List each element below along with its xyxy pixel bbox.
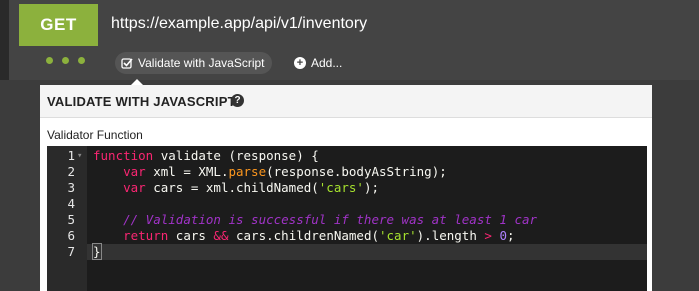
code-line: 7 }	[47, 243, 647, 260]
dot	[78, 57, 85, 64]
validate-label: Validate with JavaScript	[138, 56, 265, 70]
fold-toggle-icon[interactable]: ▾	[77, 148, 82, 164]
line-number: 3	[67, 180, 75, 195]
code-line: 6 return cars && cars.childrenNamed('car…	[47, 228, 647, 244]
code-line: 3 var cars = xml.childNamed('cars');	[47, 180, 647, 196]
validator-function-label: Validator Function	[47, 128, 143, 142]
request-url[interactable]: https://example.app/api/v1/inventory	[111, 15, 367, 33]
help-icon[interactable]: ?	[231, 94, 244, 107]
code-line: 4	[47, 196, 647, 212]
left-strip	[0, 0, 9, 80]
more-options-icon[interactable]	[46, 57, 85, 64]
line-number: 4	[67, 196, 75, 211]
add-label: Add...	[311, 56, 343, 70]
request-bar	[9, 0, 699, 80]
plus-circle-icon: +	[294, 57, 306, 69]
panel-title: VALIDATE WITH JAVASCRIPT	[47, 94, 236, 109]
dot	[62, 57, 69, 64]
checkbox-icon	[121, 58, 133, 69]
method-button[interactable]: GET	[19, 4, 98, 46]
line-number: 2	[67, 164, 75, 179]
panel-header: VALIDATE WITH JAVASCRIPT ?	[40, 85, 652, 118]
line-number: 1	[67, 148, 75, 163]
dot	[46, 57, 53, 64]
code-line: 5 // Validation is successful if there w…	[47, 212, 647, 228]
line-number: 7	[67, 244, 75, 259]
line-number: 5	[67, 212, 75, 227]
code-editor[interactable]: 1 ▾ function validate (response) { 2 var…	[47, 146, 647, 291]
validate-with-javascript-tab[interactable]: Validate with JavaScript	[115, 52, 272, 74]
code-line: 2 var xml = XML.parse(response.bodyAsStr…	[47, 164, 647, 180]
line-number: 6	[67, 228, 75, 243]
code-line: 1 ▾ function validate (response) {	[47, 148, 647, 164]
add-button[interactable]: + Add...	[294, 52, 342, 74]
validator-panel: VALIDATE WITH JAVASCRIPT ? Validator Fun…	[40, 85, 652, 291]
